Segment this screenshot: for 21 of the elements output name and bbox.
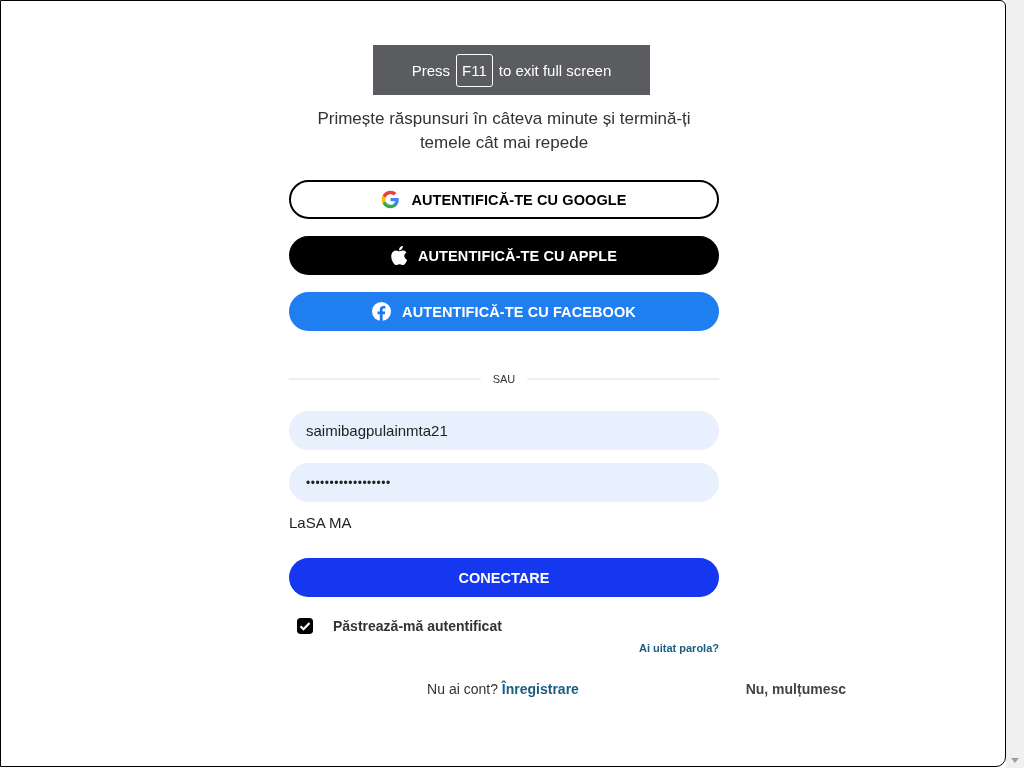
divider-label: SAU [492, 373, 516, 385]
apple-icon [390, 246, 407, 265]
dismiss-link[interactable]: Nu, mulțumesc [745, 681, 846, 697]
signup-link[interactable]: Înregistrare [501, 681, 579, 697]
key-label: F11 [456, 53, 493, 87]
username-field[interactable]: saimibagpulainmta21 [289, 411, 719, 450]
google-icon [381, 190, 401, 209]
checkbox[interactable] [297, 618, 313, 634]
google-sign-in-button[interactable]: AUTENTIFICĂ-TE CU GOOGLE [289, 180, 719, 219]
facebook-sign-in-button[interactable]: AUTENTIFICĂ-TE CU FACEBOOK [289, 292, 719, 331]
checkbox-label: Păstrează-mă autentificat [333, 618, 502, 634]
login-button[interactable]: CONECTARE [289, 558, 719, 597]
apple-sign-in-button[interactable]: AUTENTIFICĂ-TE CU APPLE [289, 236, 719, 275]
forgot-password-link[interactable]: Ai uitat parola? [638, 642, 719, 654]
notice-text: Press [411, 61, 450, 79]
notice-text: to exit full screen [498, 61, 612, 79]
subtitle-text: Primește răspunsuri în câteva minute și termină-ți temele cât mai repede [316, 108, 692, 154]
password-field[interactable]: •••••••••••••••••• [289, 463, 719, 502]
note-text: LaSA MA [289, 514, 353, 531]
facebook-icon [372, 302, 392, 321]
signup-prompt: Nu ai cont? Înregistrare [427, 681, 579, 697]
